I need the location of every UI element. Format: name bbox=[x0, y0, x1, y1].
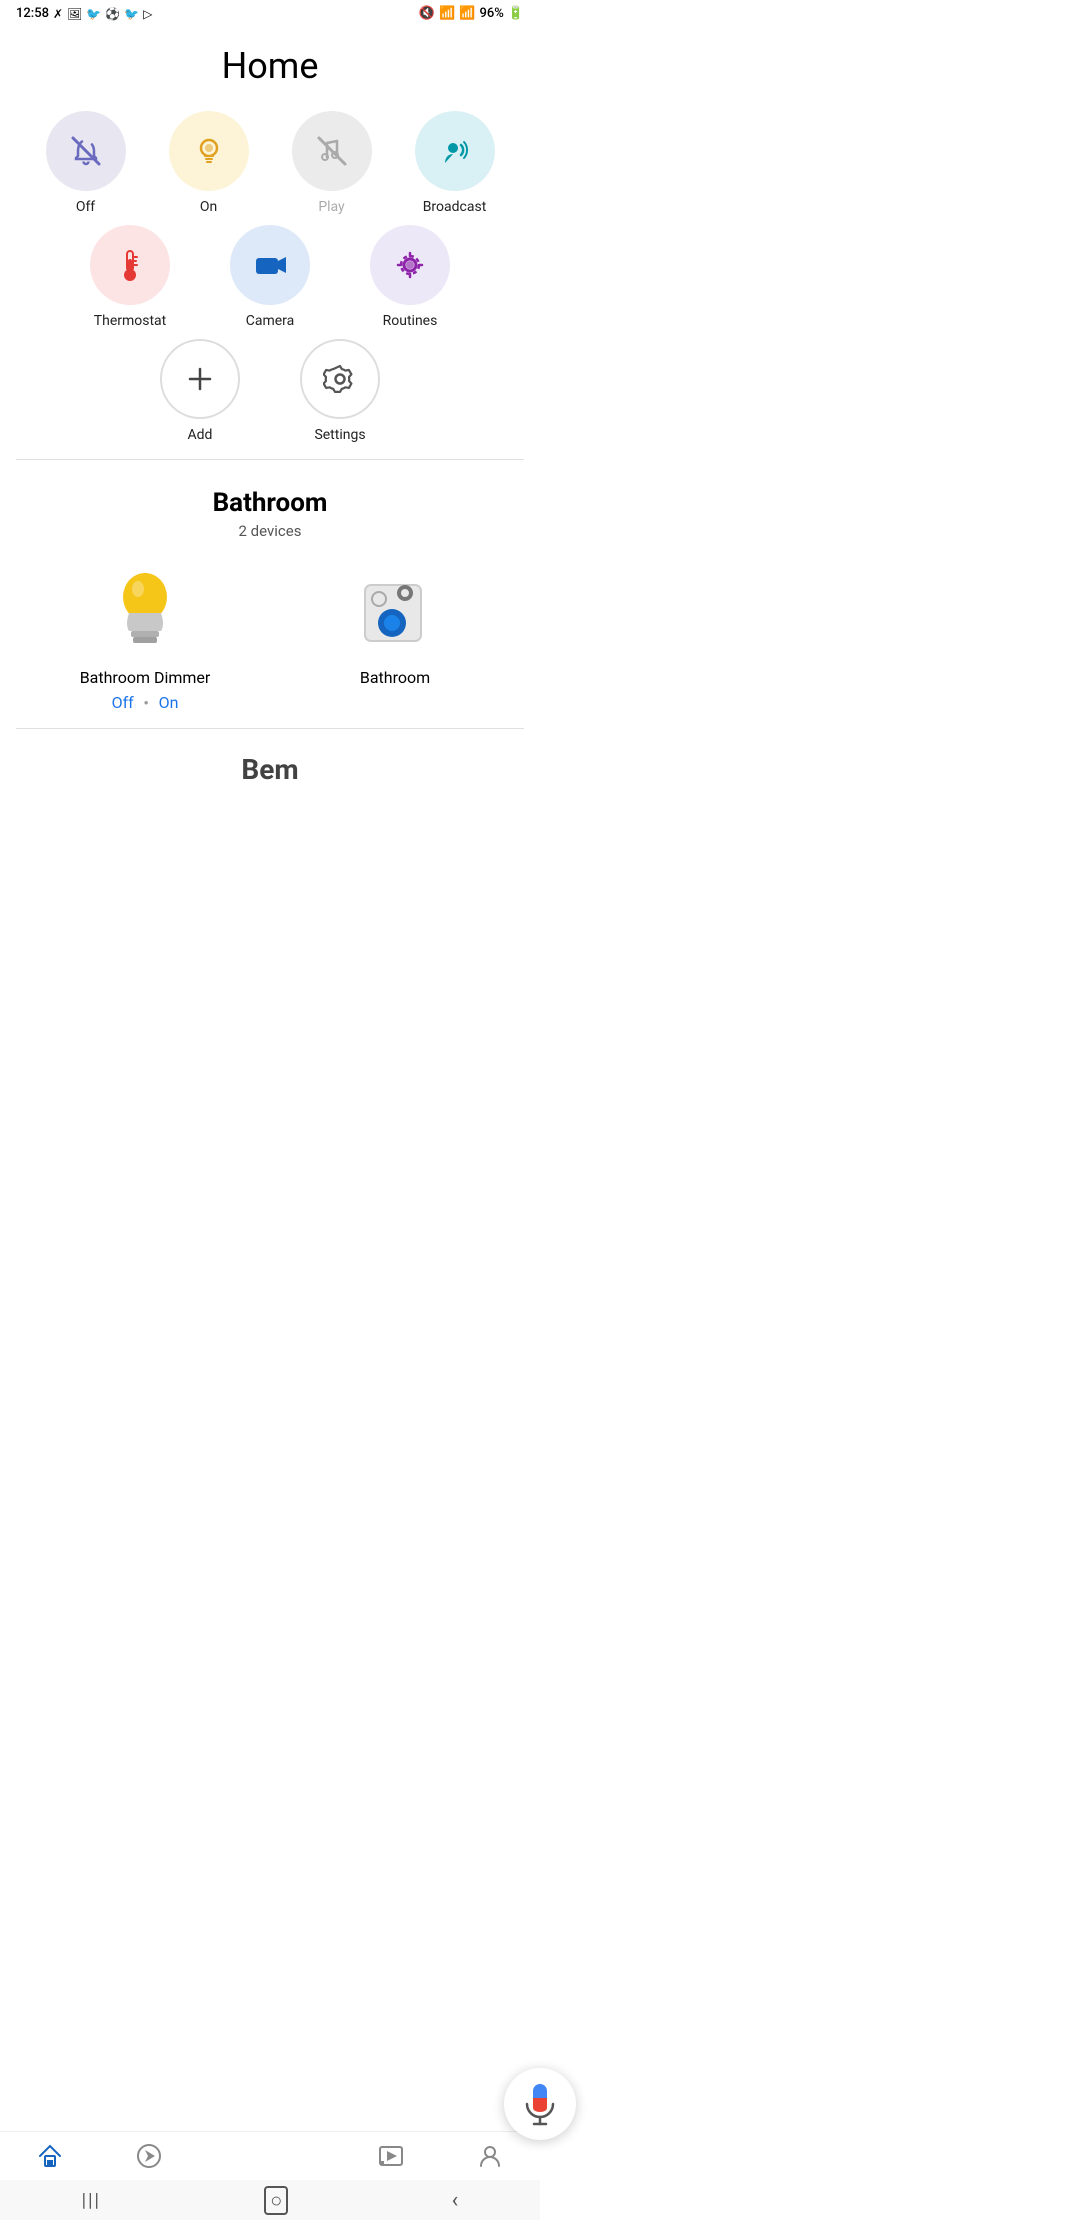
toggle-on-btn[interactable]: On bbox=[159, 693, 179, 712]
thermostat-icon bbox=[110, 245, 150, 285]
status-right: 🔇 📶 📶 96% 🔋 bbox=[419, 6, 524, 21]
bottom-nav bbox=[0, 2131, 540, 2180]
notif-icon6: ▷ bbox=[143, 7, 152, 21]
quick-actions-row1: Off On Play bbox=[0, 111, 540, 215]
camera-circle bbox=[230, 225, 310, 305]
routines-circle bbox=[370, 225, 450, 305]
plus-icon bbox=[184, 363, 216, 395]
voice-fab-button[interactable] bbox=[504, 2068, 576, 2140]
dimmer-name: Bathroom Dimmer bbox=[80, 668, 211, 687]
bulb-on-icon bbox=[190, 132, 228, 170]
home-nav-icon bbox=[36, 2142, 64, 2170]
action-settings[interactable]: Settings bbox=[300, 339, 380, 443]
status-left: 12:58 ✗ 🖼 🐦 ⚽ 🐦 ▷ bbox=[16, 6, 152, 21]
music-off-icon bbox=[314, 133, 350, 169]
device-row: Bathroom Dimmer Off ● On bbox=[24, 560, 516, 712]
android-back[interactable]: ‹ bbox=[452, 2188, 459, 2213]
notif-icon3: 🐦 bbox=[86, 7, 101, 21]
action-add[interactable]: Add bbox=[160, 339, 240, 443]
explore-nav-icon bbox=[135, 2142, 163, 2170]
smart-device-icon bbox=[355, 565, 435, 655]
partial-text: Be­­­­m bbox=[241, 753, 298, 786]
bathroom-icon-area bbox=[345, 560, 445, 660]
action-broadcast[interactable]: Broadcast bbox=[415, 111, 495, 215]
action-play[interactable]: Play bbox=[292, 111, 372, 215]
on-circle bbox=[169, 111, 249, 191]
nav-explore[interactable] bbox=[135, 2142, 163, 2170]
android-home[interactable]: ○ bbox=[264, 2186, 288, 2215]
dimmer-toggle: Off ● On bbox=[112, 693, 179, 712]
nav-media[interactable] bbox=[377, 2142, 405, 2170]
dimmer-bulb-icon bbox=[105, 565, 185, 655]
play-label: Play bbox=[318, 199, 344, 215]
toggle-off-btn[interactable]: Off bbox=[112, 693, 134, 712]
thermostat-label: Thermostat bbox=[94, 313, 167, 329]
page-title: Home bbox=[0, 25, 540, 111]
notif-icon1: ✗ bbox=[53, 7, 63, 21]
play-circle bbox=[292, 111, 372, 191]
notif-icon5: 🐦 bbox=[124, 7, 139, 21]
device-bathroom[interactable]: Bathroom bbox=[282, 560, 508, 712]
mute-icon: 🔇 bbox=[419, 6, 435, 21]
off-label: Off bbox=[76, 199, 95, 215]
status-bar: 12:58 ✗ 🖼 🐦 ⚽ 🐦 ▷ 🔇 📶 📶 96% 🔋 bbox=[0, 0, 540, 25]
notif-icon2: 🖼 bbox=[67, 7, 82, 21]
gear-icon bbox=[323, 362, 357, 396]
action-routines[interactable]: Routines bbox=[370, 225, 450, 329]
action-off[interactable]: Off bbox=[46, 111, 126, 215]
section-divider bbox=[16, 459, 524, 460]
broadcast-icon bbox=[435, 131, 475, 171]
android-recents[interactable]: ||| bbox=[82, 2190, 101, 2211]
toggle-separator: ● bbox=[144, 698, 149, 707]
android-nav-bar: ||| ○ ‹ bbox=[0, 2180, 540, 2220]
nav-home[interactable] bbox=[36, 2142, 64, 2170]
room-device-count: 2 devices bbox=[24, 522, 516, 540]
battery-icon: 🔋 bbox=[508, 6, 524, 21]
on-label: On bbox=[200, 199, 217, 215]
settings-circle bbox=[300, 339, 380, 419]
microphone-icon bbox=[522, 2082, 558, 2126]
camera-label: Camera bbox=[246, 313, 295, 329]
action-thermostat[interactable]: Thermostat bbox=[90, 225, 170, 329]
battery-percent: 96% bbox=[479, 6, 503, 21]
section-divider2 bbox=[16, 728, 524, 729]
add-label: Add bbox=[188, 427, 213, 443]
signal-icon: 📶 bbox=[459, 6, 475, 21]
thermostat-circle bbox=[90, 225, 170, 305]
bathroom-section: Bathroom 2 devices Bathroom Dimmer bbox=[0, 468, 540, 712]
routines-label: Routines bbox=[383, 313, 438, 329]
nav-account[interactable] bbox=[476, 2142, 504, 2170]
off-circle bbox=[46, 111, 126, 191]
dimmer-icon-area bbox=[95, 560, 195, 660]
media-nav-icon bbox=[377, 2142, 405, 2170]
quick-actions-row2: Thermostat Camera Routine bbox=[0, 225, 540, 329]
routines-icon bbox=[390, 245, 430, 285]
room-title: Bathroom bbox=[24, 488, 516, 518]
device-dimmer[interactable]: Bathroom Dimmer Off ● On bbox=[32, 560, 258, 712]
bathroom-name: Bathroom bbox=[360, 668, 430, 687]
partial-section: Be­­­­m bbox=[0, 737, 540, 786]
broadcast-circle bbox=[415, 111, 495, 191]
broadcast-label: Broadcast bbox=[423, 199, 487, 215]
quick-actions-row3: Add Settings bbox=[0, 339, 540, 443]
notif-icon4: ⚽ bbox=[105, 7, 120, 21]
wifi-icon: 📶 bbox=[439, 6, 455, 21]
camera-icon bbox=[250, 245, 290, 285]
action-camera[interactable]: Camera bbox=[230, 225, 310, 329]
add-circle bbox=[160, 339, 240, 419]
account-nav-icon bbox=[476, 2142, 504, 2170]
no-bell-icon bbox=[68, 133, 104, 169]
status-time: 12:58 bbox=[16, 6, 49, 21]
settings-label: Settings bbox=[314, 427, 365, 443]
action-on[interactable]: On bbox=[169, 111, 249, 215]
